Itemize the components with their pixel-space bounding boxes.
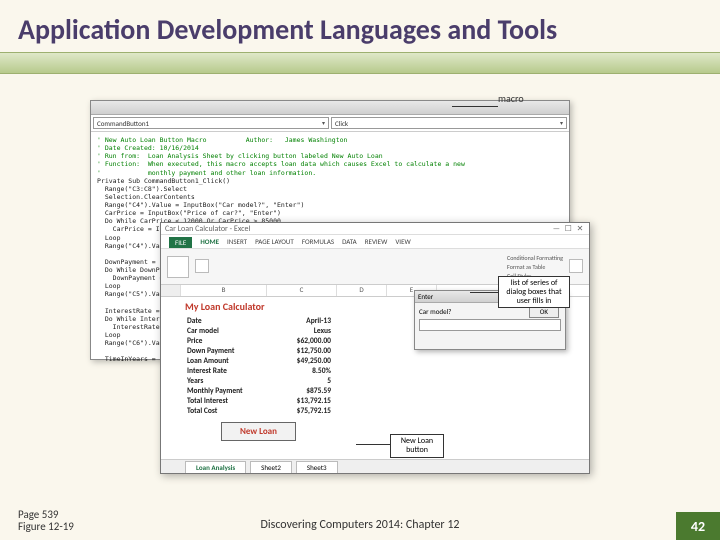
vba-object-value: CommandButton1 bbox=[97, 119, 149, 128]
ribbon-cond-format[interactable]: Conditional Formatting bbox=[507, 254, 563, 262]
paste-icon[interactable] bbox=[167, 256, 189, 278]
table-row: Loan Amount$49,250.00 bbox=[183, 356, 335, 366]
sheet-tab-3[interactable]: Sheet3 bbox=[296, 461, 338, 473]
new-loan-button[interactable]: New Loan bbox=[221, 422, 296, 441]
dialog-input[interactable] bbox=[419, 319, 561, 331]
tab-home[interactable]: HOME bbox=[200, 237, 219, 248]
tab-data[interactable]: DATA bbox=[342, 237, 357, 248]
vba-object-dropdown[interactable]: CommandButton1 ▾ bbox=[93, 117, 329, 129]
table-row: Years5 bbox=[183, 376, 335, 386]
table-row: Car modelLexus bbox=[183, 326, 335, 336]
row-value: April-13 bbox=[267, 316, 335, 326]
excel-titlebar: Car Loan Calculator - Excel — ☐ ✕ bbox=[161, 223, 589, 235]
tab-view[interactable]: VIEW bbox=[395, 237, 410, 248]
row-value: Lexus bbox=[267, 326, 335, 336]
tab-page-layout[interactable]: PAGE LAYOUT bbox=[255, 237, 294, 248]
table-row: Total Interest$13,792.15 bbox=[183, 396, 335, 406]
sheet-tab-2[interactable]: Sheet2 bbox=[250, 461, 292, 473]
tab-review[interactable]: REVIEW bbox=[365, 237, 388, 248]
row-value: $12,750.00 bbox=[267, 346, 335, 356]
excel-title-text: Car Loan Calculator - Excel bbox=[165, 224, 250, 234]
title-underline bbox=[0, 52, 720, 74]
row-label: Down Payment bbox=[183, 346, 267, 356]
dialog-title-text: Enter bbox=[418, 292, 433, 301]
row-value: $875.59 bbox=[267, 386, 335, 396]
col-c[interactable]: C bbox=[267, 285, 337, 296]
bold-icon[interactable] bbox=[195, 259, 209, 273]
vba-proc-dropdown[interactable]: Click ▾ bbox=[331, 117, 567, 129]
row-label: Price bbox=[183, 336, 267, 346]
row-label: Interest Rate bbox=[183, 366, 267, 376]
sort-filter-icon[interactable] bbox=[569, 259, 583, 273]
row-label: Car model bbox=[183, 326, 267, 336]
vba-proc-value: Click bbox=[335, 119, 348, 128]
table-row: DateApril-13 bbox=[183, 316, 335, 326]
callout-line bbox=[452, 106, 498, 107]
row-label: Loan Amount bbox=[183, 356, 267, 366]
maximize-icon[interactable]: ☐ bbox=[563, 224, 573, 234]
row-value: 5 bbox=[267, 376, 335, 386]
close-icon[interactable]: ✕ bbox=[575, 224, 585, 234]
table-row: Down Payment$12,750.00 bbox=[183, 346, 335, 356]
vba-comment-block: ' New Auto Loan Button Macro Author: Jam… bbox=[97, 136, 465, 177]
table-row: Monthly Payment$875.59 bbox=[183, 386, 335, 396]
row-value: $75,792.15 bbox=[267, 406, 335, 416]
row-value: $62,000.00 bbox=[267, 336, 335, 346]
row-value: $49,250.00 bbox=[267, 356, 335, 366]
tab-formulas[interactable]: FORMULAS bbox=[302, 237, 334, 248]
row-value: $13,792.15 bbox=[267, 396, 335, 406]
callout-new-loan-button: New Loan button bbox=[390, 434, 444, 458]
callout-line bbox=[356, 444, 390, 445]
col-b[interactable]: B bbox=[181, 285, 267, 296]
footer-center: Discovering Computers 2014: Chapter 12 bbox=[0, 518, 720, 532]
row-label: Total Cost bbox=[183, 406, 267, 416]
window-buttons: — ☐ ✕ bbox=[551, 224, 585, 234]
callout-line bbox=[470, 292, 498, 293]
col-d[interactable]: D bbox=[337, 285, 387, 296]
sheet-tab-loan-analysis[interactable]: Loan Analysis bbox=[185, 461, 246, 473]
table-row: Interest Rate8.50% bbox=[183, 366, 335, 376]
ribbon-tabs: FILE HOME INSERT PAGE LAYOUT FORMULAS DA… bbox=[161, 235, 589, 249]
slide-title: Application Development Languages and To… bbox=[0, 0, 720, 50]
minimize-icon[interactable]: — bbox=[551, 224, 561, 234]
ribbon-format-table[interactable]: Format as Table bbox=[507, 263, 563, 271]
macro-callout-label: macro bbox=[498, 92, 524, 105]
chevron-down-icon: ▾ bbox=[322, 119, 325, 127]
row-value: 8.50% bbox=[267, 366, 335, 376]
row-label: Years bbox=[183, 376, 267, 386]
chevron-down-icon: ▾ bbox=[560, 119, 563, 127]
row-label: Total Interest bbox=[183, 396, 267, 406]
table-row: Price$62,000.00 bbox=[183, 336, 335, 346]
row-label: Date bbox=[183, 316, 267, 326]
row-label: Monthly Payment bbox=[183, 386, 267, 396]
slide-number-badge: 42 bbox=[676, 512, 720, 540]
loan-table: DateApril-13Car modelLexusPrice$62,000.0… bbox=[183, 316, 335, 416]
slide-footer: Page 539 Figure 12-19 Discovering Comput… bbox=[0, 504, 720, 540]
tab-insert[interactable]: INSERT bbox=[227, 237, 247, 248]
callout-dialog-series: list of series of dialog boxes that user… bbox=[498, 276, 570, 308]
sheet-tabs: Loan Analysis Sheet2 Sheet3 bbox=[161, 459, 589, 473]
figure-stage: CommandButton1 ▾ Click ▾ ' New Auto Loan… bbox=[0, 94, 720, 504]
table-row: Total Cost$75,792.15 bbox=[183, 406, 335, 416]
tab-file[interactable]: FILE bbox=[169, 237, 192, 248]
